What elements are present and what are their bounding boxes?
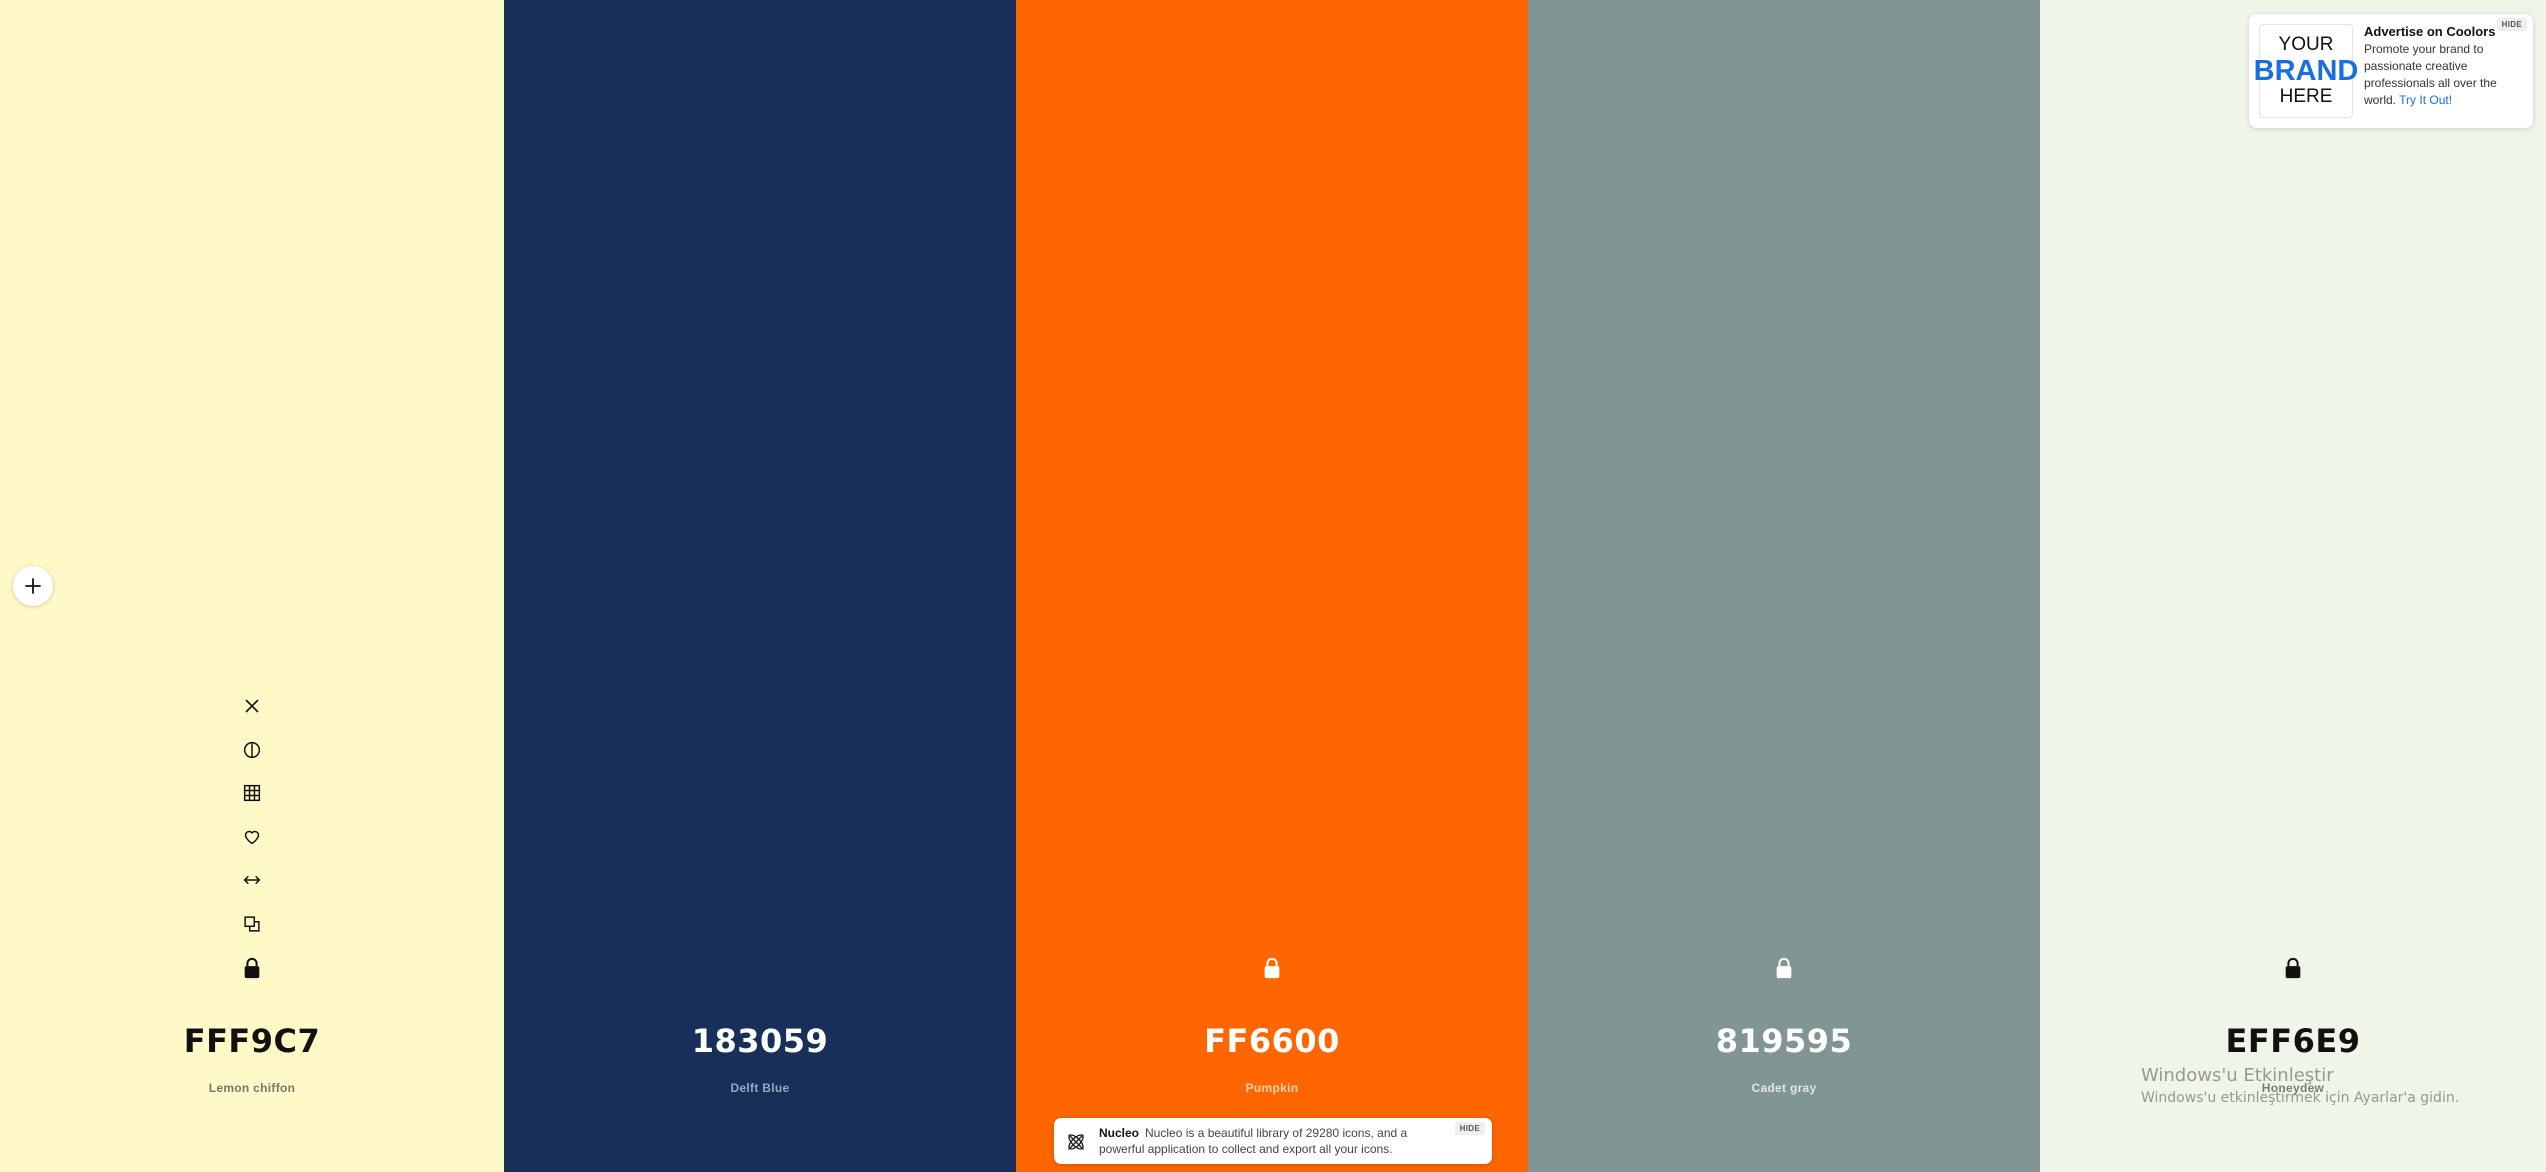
sponsor-toast: Nucleo Nucleo is a beautiful library of 2…: [1054, 1118, 1492, 1164]
activation-title: Windows'u Etkinleştir: [2141, 1065, 2334, 1086]
lock-closed-icon: [2285, 957, 2301, 979]
add-color-button[interactable]: [13, 566, 53, 606]
lock-button[interactable]: [2273, 948, 2313, 988]
lock-closed-icon: [244, 957, 260, 979]
palette: FFF9C7 Lemon chiffon 183059 Delft Blue F…: [0, 0, 2546, 1172]
color-name: Delft Blue: [730, 1081, 790, 1095]
lock-closed-icon: [1264, 957, 1280, 979]
close-icon: [245, 699, 259, 713]
lock-button[interactable]: [1764, 948, 1804, 988]
ad-brand-image[interactable]: YOUR BRAND HERE: [2254, 24, 2358, 118]
lock-button[interactable]: [232, 948, 272, 988]
plus-icon: [25, 578, 41, 594]
shades-grid-button[interactable]: [232, 773, 272, 813]
remove-color-button[interactable]: [232, 686, 272, 726]
ad-brand-line: YOUR: [2278, 34, 2334, 55]
shades-grid-icon: [243, 784, 261, 802]
activation-subtitle: Windows'u etkinleştirmek için Ayarlar'a …: [2141, 1090, 2460, 1106]
lock-closed-icon: [1776, 957, 1792, 979]
toast-text: Nucleo is a beautiful library of 29280 i…: [1099, 1126, 1408, 1156]
hex-code[interactable]: 183059: [504, 1022, 1016, 1060]
heart-icon: [244, 830, 260, 844]
hex-code[interactable]: 819595: [1528, 1022, 2040, 1060]
color-swatch-lemon-chiffon[interactable]: FFF9C7 Lemon chiffon: [0, 0, 504, 1172]
favorite-button[interactable]: [232, 817, 272, 857]
color-swatch-pumpkin[interactable]: FF6600 Pumpkin: [1016, 0, 1528, 1172]
ad-brand-line: BRAND: [2253, 55, 2359, 87]
hide-toast-button[interactable]: HIDE: [1454, 1122, 1485, 1135]
hex-code[interactable]: FF6600: [1016, 1022, 1528, 1060]
color-swatch-cadet-gray[interactable]: 819595 Cadet gray: [1528, 0, 2040, 1172]
color-swatch-honeydew[interactable]: EFF6E9 Honeydew: [2040, 0, 2546, 1172]
drag-arrows-icon: [243, 876, 261, 884]
hex-code[interactable]: FFF9C7: [0, 1022, 504, 1060]
ad-title: Advertise on Coolors: [2364, 24, 2496, 39]
ad-brand-line: HERE: [2279, 86, 2333, 107]
advertisement-card: YOUR BRAND HERE Advertise on Coolors Pro…: [2249, 14, 2533, 128]
hex-code[interactable]: EFF6E9: [2040, 1022, 2546, 1060]
color-name: Cadet gray: [1751, 1081, 1817, 1095]
copy-button[interactable]: [232, 904, 272, 944]
toast-title: Nucleo: [1099, 1126, 1140, 1140]
hide-ad-button[interactable]: HIDE: [2496, 18, 2527, 31]
windows-activation-watermark: Windows'u Etkinleştir Windows'u etkinleş…: [2141, 1064, 2459, 1108]
toast-message[interactable]: Nucleo Nucleo is a beautiful library of 2…: [1099, 1125, 1439, 1157]
contrast-icon: [243, 741, 261, 758]
color-name: Lemon chiffon: [208, 1081, 296, 1095]
copy-icon: [244, 915, 260, 932]
nucleo-logo-icon: [1068, 1134, 1084, 1150]
ad-link[interactable]: Try It Out!: [2399, 93, 2452, 107]
swatch-toolbar: [0, 686, 504, 947]
lock-button[interactable]: [1252, 948, 1292, 988]
ad-description: Promote your brand to passionate creativ…: [2364, 41, 2524, 109]
color-name: Pumpkin: [1245, 1081, 1299, 1095]
color-swatch-delft-blue[interactable]: 183059 Delft Blue: [504, 0, 1016, 1172]
view-shades-button[interactable]: [232, 730, 272, 770]
drag-button[interactable]: [232, 860, 272, 900]
